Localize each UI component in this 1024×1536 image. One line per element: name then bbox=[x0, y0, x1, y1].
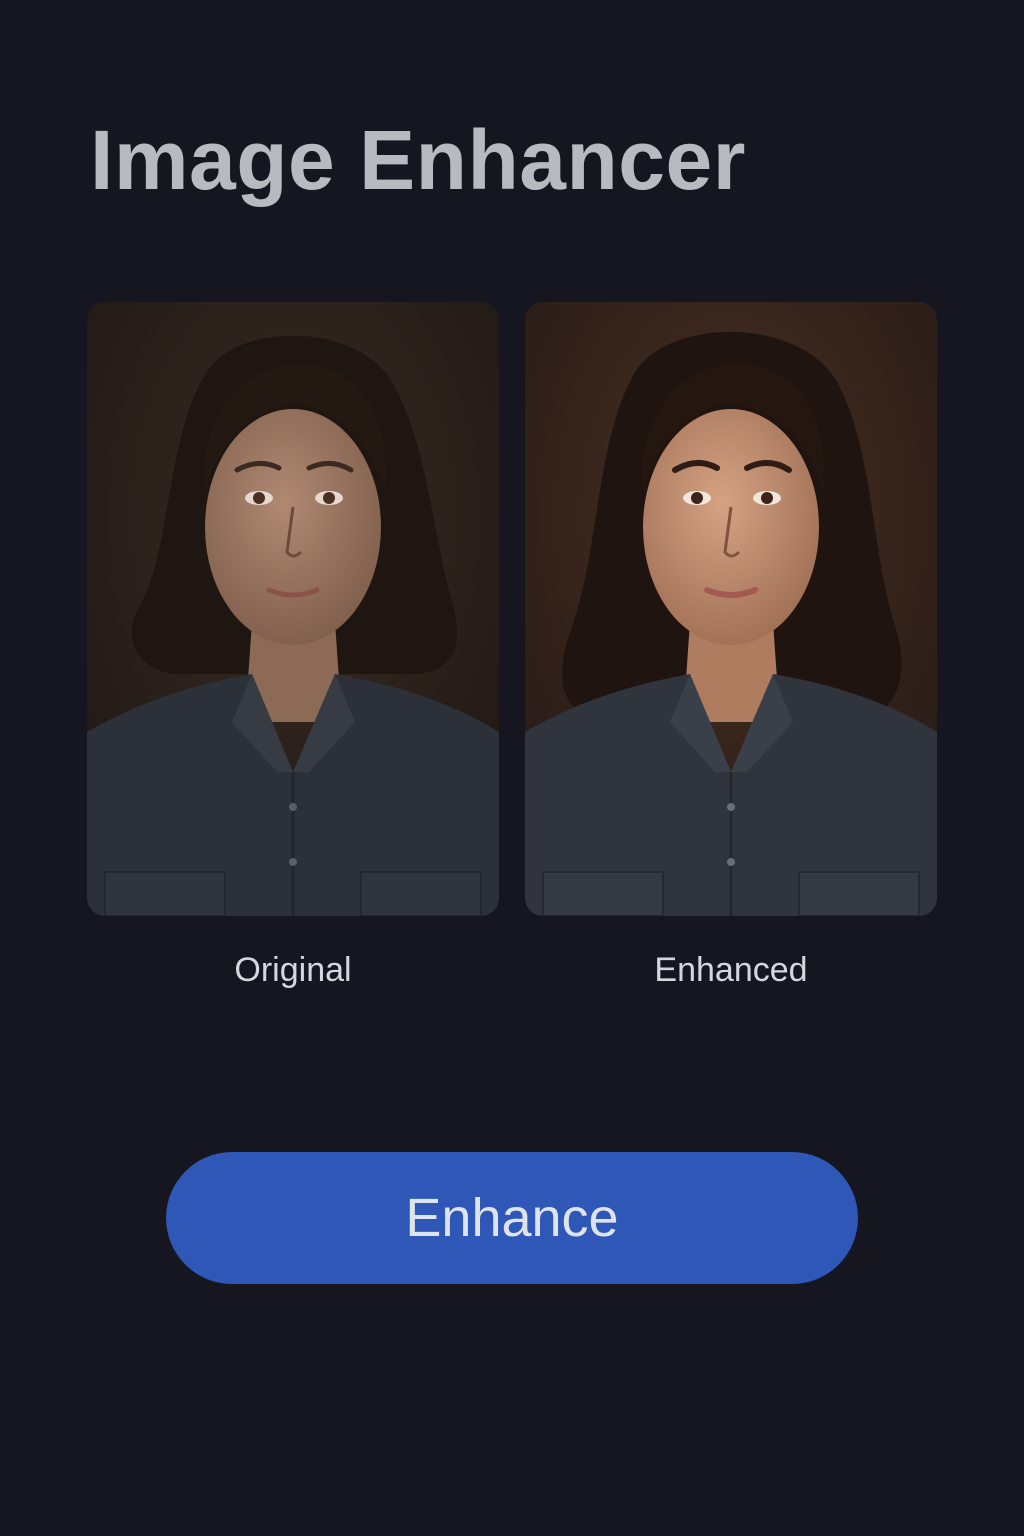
page-title: Image Enhancer bbox=[90, 113, 746, 207]
portrait-original bbox=[87, 302, 499, 916]
image-enhancer-screen: Image Enhancer Original Enhanced Enhance bbox=[0, 0, 1024, 1536]
enhanced-caption: Enhanced bbox=[654, 951, 808, 989]
enhanced-image bbox=[525, 302, 937, 916]
original-caption: Original bbox=[234, 951, 352, 989]
enhance-button[interactable]: Enhance bbox=[166, 1152, 858, 1284]
portrait-enhanced bbox=[525, 302, 937, 916]
original-image bbox=[87, 302, 499, 916]
